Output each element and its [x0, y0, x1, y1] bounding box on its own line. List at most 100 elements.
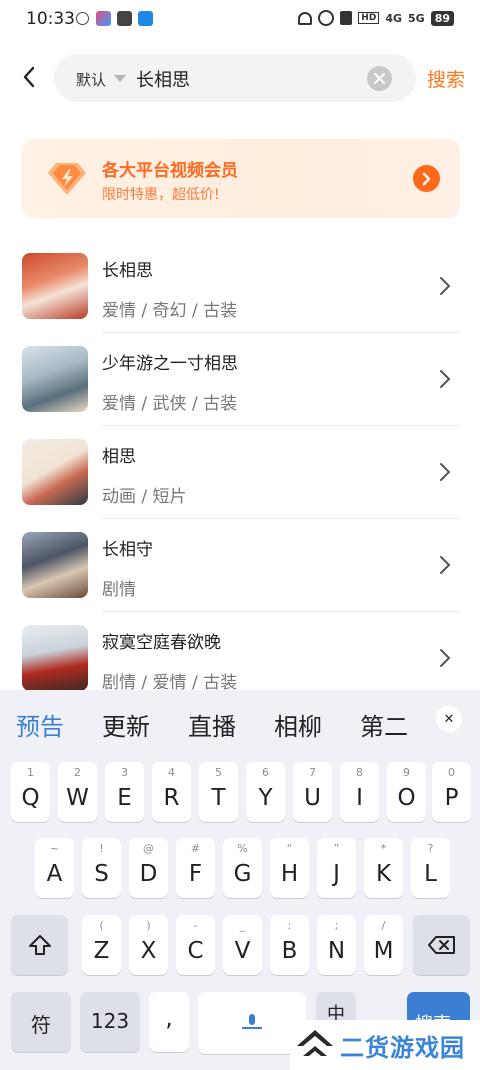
k-app-icon — [76, 12, 89, 25]
shift-key[interactable] — [11, 915, 68, 975]
chevron-right-icon — [422, 172, 430, 185]
key-r[interactable]: 4R — [152, 762, 191, 822]
key-label: U — [304, 785, 321, 811]
result-tags: 动画 / 短片 — [102, 487, 187, 507]
key-hint: 7 — [309, 766, 316, 779]
key-g[interactable]: % G — [223, 838, 262, 898]
key-a[interactable]: ~ A — [35, 838, 74, 898]
key-m[interactable]: / M — [364, 915, 403, 975]
key-label: C — [187, 938, 204, 964]
poster-thumbnail — [22, 253, 88, 319]
key-hint: - — [193, 919, 198, 932]
key-hint: ~ — [49, 842, 60, 855]
key-label: , — [165, 1006, 173, 1032]
key-label: H — [280, 861, 299, 887]
key-label: A — [46, 861, 63, 887]
close-icon — [374, 73, 385, 84]
key-f[interactable]: # F — [176, 838, 215, 898]
key-label: G — [233, 861, 252, 887]
chevron-right-icon — [440, 277, 451, 295]
status-time: 10:33 — [26, 9, 75, 29]
poster-thumbnail — [22, 532, 88, 598]
key-x[interactable]: ) X — [129, 915, 168, 975]
key-p[interactable]: 0P — [432, 762, 471, 822]
comma-key[interactable]: , — [149, 992, 189, 1052]
status-bar: 10:33 HD 4G 5G 89 — [0, 0, 480, 38]
key-label: M — [373, 938, 394, 964]
chevron-right-icon — [440, 649, 451, 667]
key-n[interactable]: ; N — [317, 915, 356, 975]
key-w[interactable]: 2W — [58, 762, 97, 822]
key-hint: 9 — [403, 766, 410, 779]
key-c[interactable]: -C — [176, 915, 215, 975]
key-j[interactable]: ” J — [317, 838, 356, 898]
alarm-icon — [318, 10, 335, 26]
key-y[interactable]: 6Y — [246, 762, 285, 822]
back-button[interactable] — [16, 63, 42, 91]
candidate-item[interactable]: 更新 — [102, 707, 150, 742]
key-hint: ( — [99, 919, 104, 932]
result-title: 少年游之一寸相思 — [102, 354, 238, 374]
key-hint: 4 — [168, 766, 175, 779]
key-s[interactable]: ! S — [82, 838, 121, 898]
candidate-item[interactable]: 直播 — [188, 707, 236, 742]
key-z[interactable]: (Z — [82, 915, 121, 975]
app-icon — [138, 11, 153, 26]
key-hint: 3 — [121, 766, 128, 779]
key-hint: 2 — [74, 766, 81, 779]
result-item[interactable]: 相思 动画 / 短片 — [0, 426, 480, 519]
key-d[interactable]: @ D — [129, 838, 168, 898]
key-hint: ! — [99, 842, 104, 855]
key-label: P — [444, 785, 459, 811]
key-label: O — [397, 785, 416, 811]
key-hint: 8 — [356, 766, 363, 779]
banner-arrow-button[interactable] — [413, 165, 440, 192]
watermark-text: 二货游戏园 — [340, 1034, 465, 1062]
backspace-key[interactable] — [413, 915, 470, 975]
key-hint: @ — [143, 842, 154, 855]
key-u[interactable]: 7U — [293, 762, 332, 822]
sort-dropdown[interactable]: 默认 — [76, 69, 106, 90]
key-k[interactable]: * K — [364, 838, 403, 898]
poster-thumbnail — [22, 439, 88, 505]
key-hint: ? — [427, 842, 434, 855]
close-candidates-button[interactable]: ✕ — [436, 706, 462, 732]
result-title: 相思 — [102, 447, 136, 467]
key-label: R — [163, 785, 180, 811]
search-input[interactable]: 长相思 — [136, 66, 190, 92]
result-item[interactable]: 少年游之一寸相思 爱情 / 武侠 / 古装 — [0, 333, 480, 426]
candidate-item[interactable]: 第二 — [360, 707, 416, 742]
search-box[interactable]: 默认 长相思 — [54, 54, 416, 102]
key-label: D — [139, 861, 158, 887]
key-q[interactable]: 1Q — [11, 762, 50, 822]
backspace-icon — [428, 936, 455, 954]
diamond-lightning-icon — [48, 163, 86, 195]
vip-promo-banner[interactable]: 各大平台视频会员 限时特惠，超低价! — [22, 139, 460, 218]
mail-icon — [117, 11, 132, 26]
result-item[interactable]: 长相守 剧情 — [0, 519, 480, 612]
key-v[interactable]: _ V — [223, 915, 262, 975]
key-i[interactable]: 8I — [340, 762, 379, 822]
key-h[interactable]: “H — [270, 838, 309, 898]
search-button[interactable]: 搜索 — [427, 65, 465, 92]
key-hint: ; — [334, 919, 339, 932]
poster-thumbnail — [22, 346, 88, 412]
symbol-key[interactable]: 符 — [11, 992, 71, 1052]
key-label: W — [66, 785, 89, 811]
key-hint: / — [381, 919, 386, 932]
candidate-item[interactable]: 预告 — [16, 707, 64, 742]
clear-search-button[interactable] — [367, 66, 392, 91]
bilibili-icon — [96, 11, 111, 26]
watermark: 二货游戏园 — [290, 1020, 480, 1070]
key-label: S — [94, 861, 109, 887]
number-key[interactable]: 123 — [80, 992, 140, 1052]
key-t[interactable]: 5T — [199, 762, 238, 822]
key-label: N — [327, 938, 346, 964]
headset-icon — [298, 11, 313, 25]
result-item[interactable]: 长相思 爱情 / 奇幻 / 古装 — [0, 240, 480, 333]
key-o[interactable]: 9O — [387, 762, 426, 822]
key-e[interactable]: 3E — [105, 762, 144, 822]
key-l[interactable]: ? L — [411, 838, 450, 898]
candidate-item[interactable]: 相柳 — [274, 707, 322, 742]
key-b[interactable]: :B — [270, 915, 309, 975]
